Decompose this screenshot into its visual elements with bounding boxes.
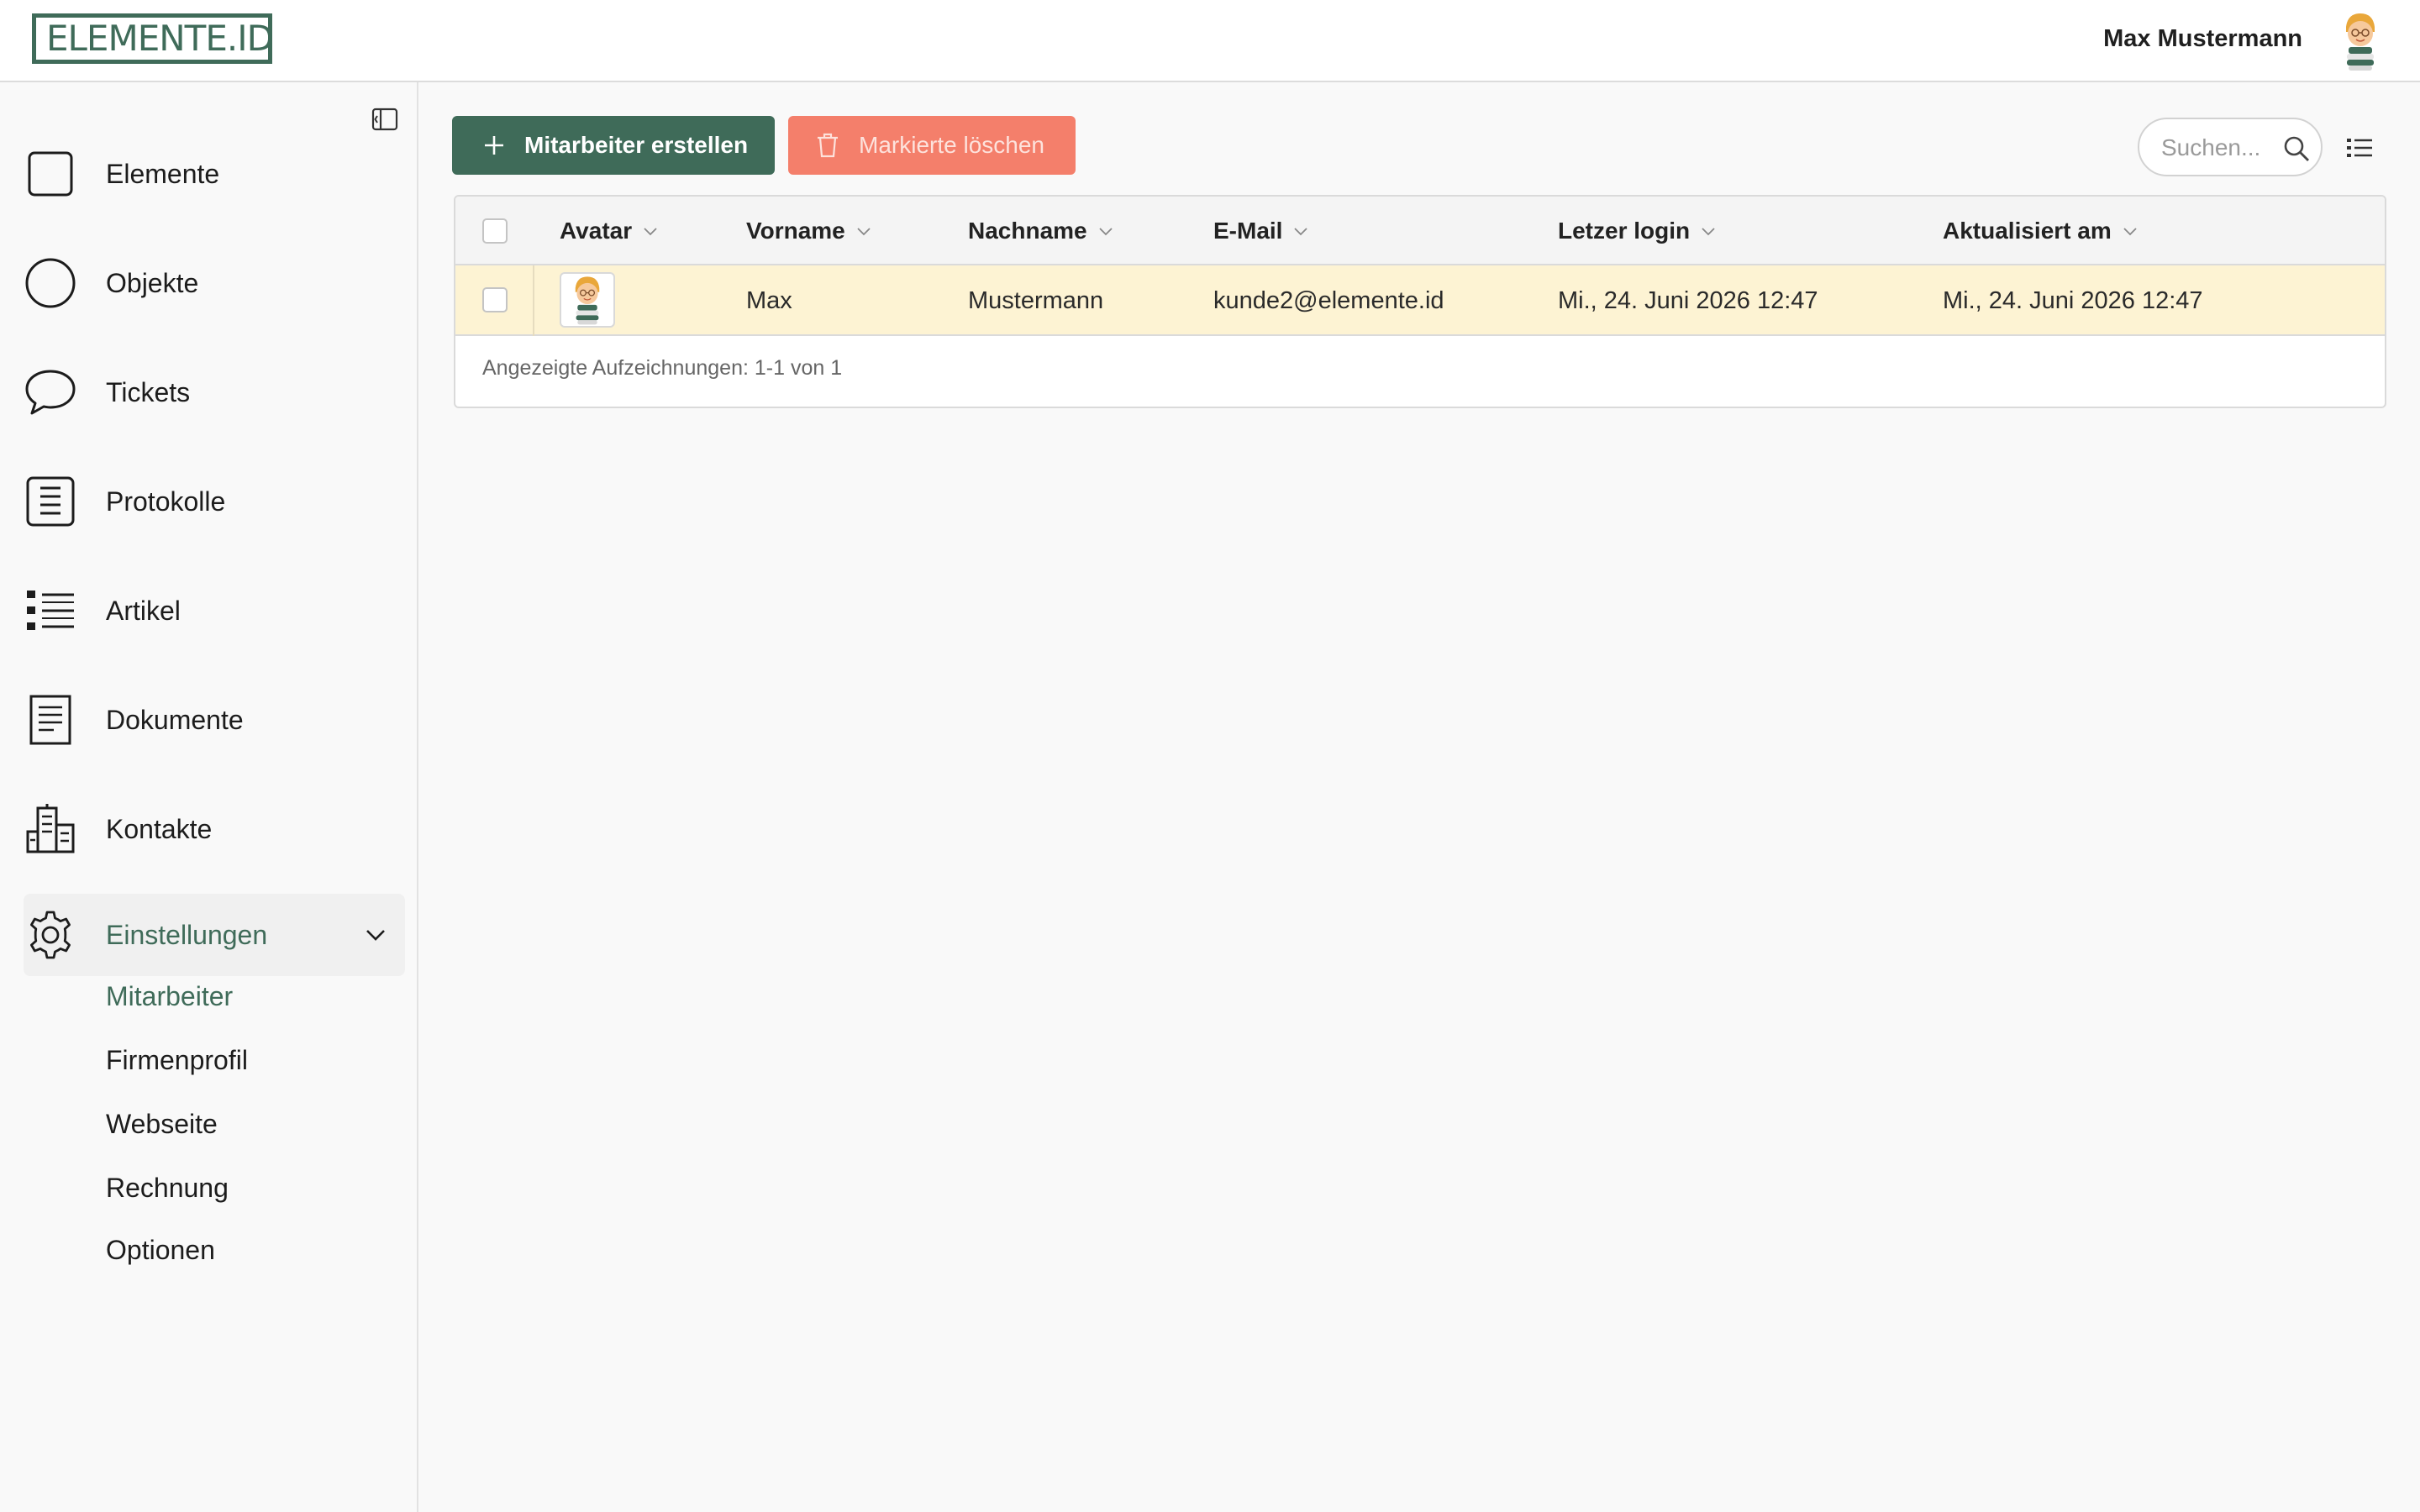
create-employee-button[interactable]: Mitarbeiter erstellen — [452, 116, 775, 175]
gear-icon — [24, 908, 77, 962]
buildings-icon — [24, 802, 77, 856]
column-header-email[interactable]: E-Mail — [1213, 197, 1309, 265]
user-avatar-icon — [575, 276, 600, 325]
logo[interactable]: ELEMENTE.ID — [32, 13, 274, 64]
search-box — [2138, 118, 2323, 176]
sidebar-item-einstellungen[interactable]: Einstellungen — [24, 894, 405, 976]
chevron-down-icon — [1702, 228, 1715, 236]
column-label: Letzer login — [1558, 218, 1691, 244]
create-employee-label: Mitarbeiter erstellen — [524, 132, 749, 158]
column-header-aktualisiert-am[interactable]: Aktualisiert am — [1943, 197, 2139, 265]
cell-email: kunde2@elemente.id — [1213, 287, 1444, 314]
search-input[interactable] — [2161, 131, 2270, 165]
cell-nachname: Mustermann — [968, 287, 1104, 314]
user-avatar-icon[interactable] — [2334, 10, 2386, 72]
column-label: Vorname — [746, 218, 845, 244]
sidebar-subitem-webseite[interactable]: Webseite — [106, 1105, 218, 1142]
sidebar-item-label: Artikel — [106, 595, 181, 626]
sidebar-item-label: Tickets — [106, 376, 191, 407]
chevron-down-icon — [644, 228, 657, 236]
sidebar: Elemente Objekte Tickets Protokolle Arti… — [0, 82, 418, 1512]
sidebar-item-label: Kontakte — [106, 813, 213, 844]
column-label: Avatar — [560, 218, 633, 244]
select-all-checkbox[interactable] — [482, 218, 508, 244]
delete-selected-label: Markierte löschen — [859, 132, 1044, 158]
plus-icon — [485, 136, 503, 155]
column-label: Aktualisiert am — [1943, 218, 2112, 244]
delete-selected-button[interactable]: Markierte löschen — [788, 116, 1076, 175]
chevron-down-icon — [1294, 228, 1308, 236]
user-name[interactable]: Max Mustermann — [2103, 22, 2302, 55]
sidebar-item-elemente[interactable]: Elemente — [24, 133, 405, 215]
list-view-icon[interactable] — [2344, 133, 2375, 163]
chevron-down-icon — [857, 228, 871, 236]
sidebar-item-tickets[interactable]: Tickets — [24, 351, 405, 433]
chevron-down-icon — [1098, 228, 1113, 236]
table-row[interactable]: Max Mustermann kunde2@elemente.id Mi., 2… — [455, 265, 2385, 336]
column-header-nachname[interactable]: Nachname — [968, 197, 1114, 265]
column-label: Nachname — [968, 218, 1087, 244]
sidebar-item-label: Objekte — [106, 267, 199, 298]
sidebar-subitem-firmenprofil[interactable]: Firmenprofil — [106, 1042, 248, 1079]
sidebar-item-artikel[interactable]: Artikel — [24, 570, 405, 652]
cell-letzter-login: Mi., 24. Juni 2026 12:47 — [1558, 287, 1818, 314]
chevron-down-icon — [2123, 228, 2137, 236]
sidebar-item-protokolle[interactable]: Protokolle — [24, 460, 405, 543]
sidebar-subitem-mitarbeiter[interactable]: Mitarbeiter — [106, 978, 233, 1015]
chevron-down-icon[interactable] — [363, 922, 388, 948]
sidebar-subitem-rechnung[interactable]: Rechnung — [106, 1169, 229, 1206]
sidebar-item-label: Protokolle — [106, 486, 226, 517]
row-divider — [533, 265, 534, 336]
table-header: Avatar Vorname Nachname E-Mail Letzer lo… — [455, 197, 2385, 265]
search-icon[interactable] — [2282, 134, 2311, 163]
sidebar-subitem-optionen[interactable]: Optionen — [106, 1231, 215, 1268]
column-label: E-Mail — [1213, 218, 1283, 244]
list-icon — [24, 584, 77, 638]
sidebar-item-label: Einstellungen — [106, 919, 268, 950]
sidebar-item-label: Dokumente — [106, 704, 244, 735]
records-count: Angezeigte Aufzeichnungen: 1-1 von 1 — [482, 356, 843, 380]
column-header-avatar[interactable]: Avatar — [560, 197, 659, 265]
square-icon — [24, 147, 77, 201]
protocol-icon — [24, 475, 77, 528]
row-checkbox[interactable] — [482, 287, 508, 312]
sidebar-item-label: Elemente — [106, 158, 220, 189]
document-icon — [24, 693, 77, 747]
employee-table: Avatar Vorname Nachname E-Mail Letzer lo… — [454, 195, 2386, 408]
column-header-letzter-login[interactable]: Letzer login — [1558, 197, 1717, 265]
cell-vorname: Max — [746, 287, 792, 314]
sidebar-item-kontakte[interactable]: Kontakte — [24, 788, 405, 870]
cell-aktualisiert-am: Mi., 24. Juni 2026 12:47 — [1943, 287, 2203, 314]
column-header-vorname[interactable]: Vorname — [746, 197, 872, 265]
circle-icon — [24, 256, 77, 310]
sidebar-item-dokumente[interactable]: Dokumente — [24, 679, 405, 761]
top-header: ELEMENTE.ID Max Mustermann — [0, 0, 2420, 82]
speech-bubble-icon — [24, 365, 77, 419]
sidebar-collapse-icon[interactable] — [370, 104, 400, 134]
row-avatar — [560, 272, 615, 328]
trash-icon — [818, 133, 838, 158]
sidebar-item-objekte[interactable]: Objekte — [24, 242, 405, 324]
